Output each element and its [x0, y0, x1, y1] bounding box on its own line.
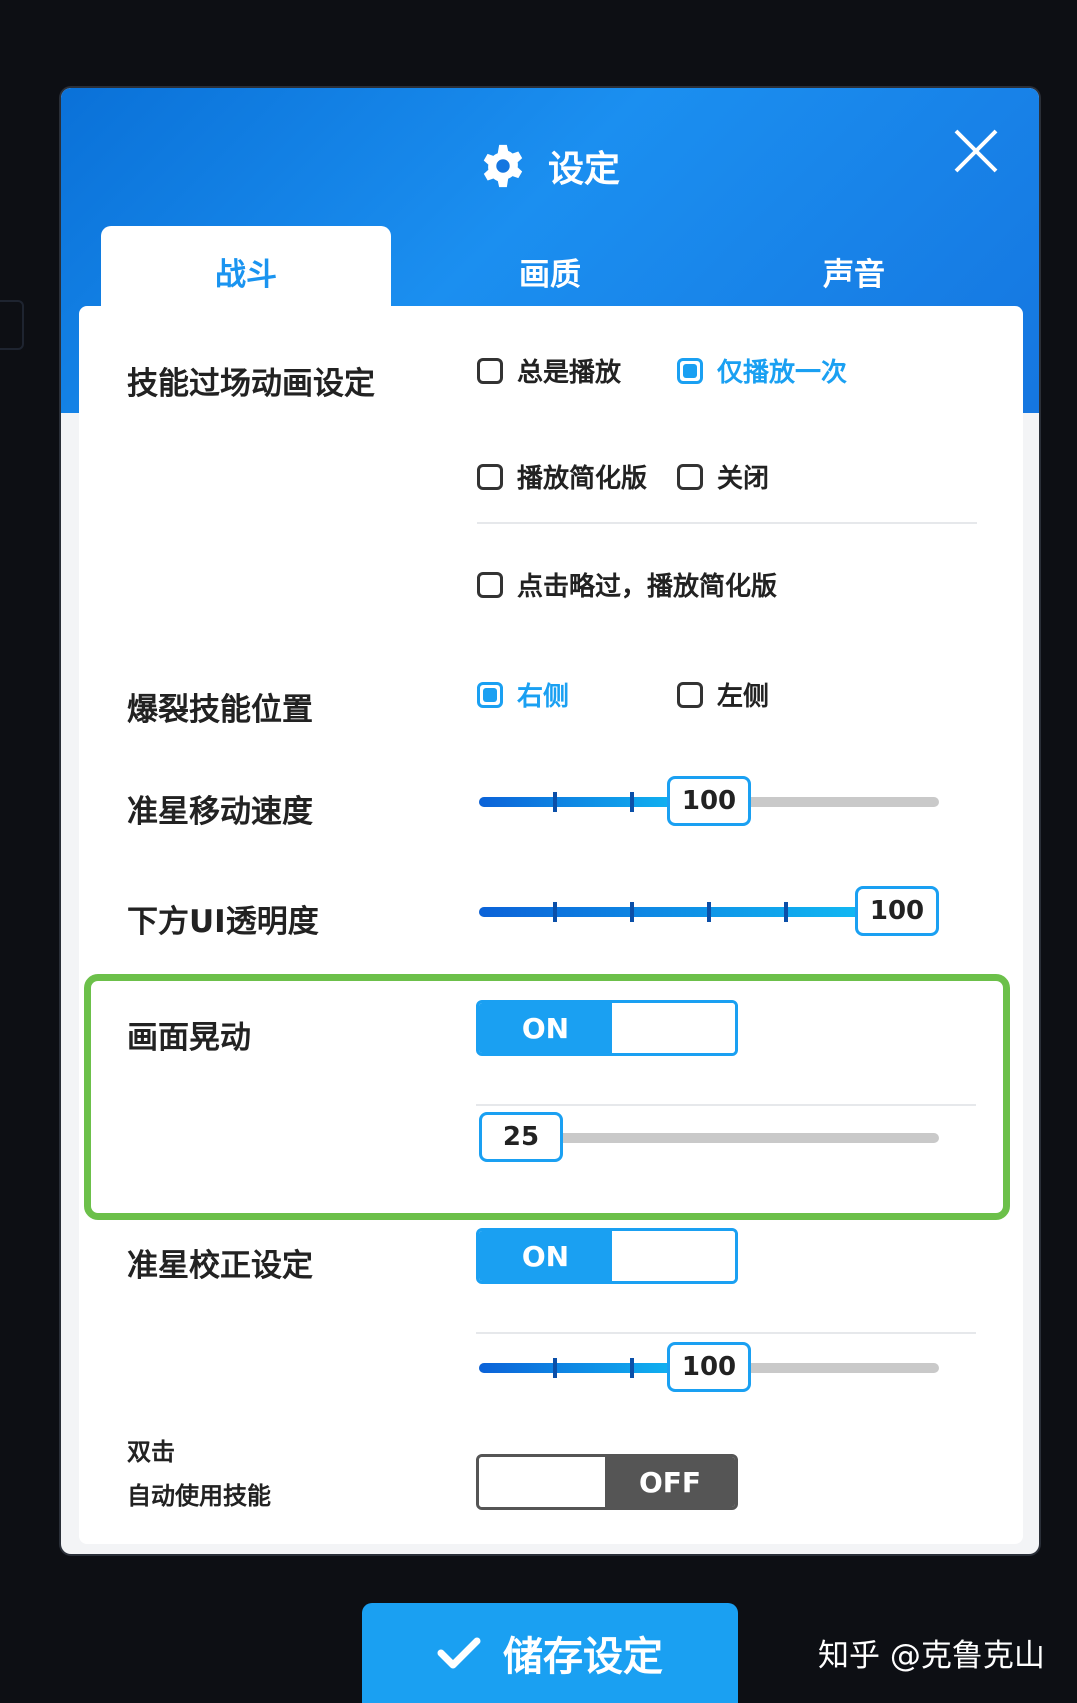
- toggle-on-label: ON: [479, 1231, 612, 1281]
- tab-sound-label: 声音: [823, 256, 885, 293]
- option-off[interactable]: 关闭: [677, 458, 769, 495]
- checkmark-icon: [437, 1637, 481, 1669]
- double-tap-label: 双击 自动使用技能: [127, 1430, 271, 1518]
- bottom-ui-opacity-label: 下方UI透明度: [127, 904, 319, 940]
- bottom-ui-opacity-slider[interactable]: 100: [479, 886, 939, 936]
- crosshair-speed-label: 准星移动速度: [127, 794, 313, 830]
- checkbox-left[interactable]: [677, 681, 703, 708]
- option-right[interactable]: 右侧: [477, 676, 569, 713]
- option-tap-skip[interactable]: 点击略过，播放简化版: [477, 566, 777, 603]
- screen-shake-toggle[interactable]: ON: [476, 1000, 738, 1056]
- option-always-play[interactable]: 总是播放: [477, 352, 621, 389]
- option-left[interactable]: 左侧: [677, 676, 769, 713]
- double-tap-label-line1: 双击: [127, 1438, 175, 1466]
- slider-tick: [630, 902, 634, 922]
- tab-graphics[interactable]: 画质: [405, 226, 695, 316]
- toggle-knob: [612, 1003, 735, 1053]
- option-play-once[interactable]: 仅播放一次: [677, 352, 847, 389]
- toggle-on-label: ON: [479, 1003, 612, 1053]
- slider-value: 100: [869, 896, 925, 926]
- option-play-simplified-label: 播放简化版: [517, 464, 648, 494]
- option-play-once-label: 仅播放一次: [717, 358, 848, 388]
- screen-shake-label: 画面晃动: [127, 1020, 251, 1056]
- option-tap-skip-label: 点击略过，播放简化版: [517, 572, 778, 602]
- settings-dialog: 设定 战斗 画质 声音 技能过场动画设定 总是播放 仅播放一次 播放简化版 关闭…: [61, 88, 1039, 1554]
- option-left-label: 左侧: [717, 682, 770, 712]
- aim-correction-toggle[interactable]: ON: [476, 1228, 738, 1284]
- slider-tick: [630, 792, 634, 812]
- battle-settings-panel: 技能过场动画设定 总是播放 仅播放一次 播放简化版 关闭 点击略过，播放简化版 …: [79, 306, 1023, 1544]
- save-settings-label: 储存设定: [503, 1634, 663, 1680]
- gear-icon: [483, 144, 523, 188]
- slider-thumb[interactable]: 100: [667, 776, 751, 826]
- slider-tick: [553, 1358, 557, 1378]
- checkbox-play-once[interactable]: [677, 357, 703, 384]
- option-always-play-label: 总是播放: [517, 358, 622, 388]
- option-off-label: 关闭: [717, 464, 770, 494]
- dialog-title: 设定: [547, 149, 620, 190]
- dialog-title-row: 设定: [61, 136, 1039, 196]
- double-tap-label-line2: 自动使用技能: [127, 1482, 271, 1510]
- option-right-label: 右侧: [517, 682, 570, 712]
- tab-battle-label: 战斗: [215, 256, 277, 293]
- double-tap-toggle[interactable]: OFF: [476, 1454, 738, 1510]
- tab-battle[interactable]: 战斗: [101, 226, 391, 316]
- checkbox-tap-skip[interactable]: [477, 571, 503, 598]
- tab-graphics-label: 画质: [519, 256, 581, 293]
- slider-tick: [630, 1358, 634, 1378]
- slider-value: 100: [681, 1352, 737, 1382]
- slider-tick: [784, 902, 788, 922]
- slider-tick: [707, 902, 711, 922]
- slider-thumb[interactable]: 100: [855, 886, 939, 936]
- divider: [476, 1104, 976, 1106]
- burst-position-label: 爆裂技能位置: [127, 692, 313, 728]
- checkbox-play-simplified[interactable]: [477, 463, 503, 490]
- checkbox-right[interactable]: [477, 681, 503, 708]
- toggle-knob: [612, 1231, 735, 1281]
- slider-value: 25: [502, 1122, 540, 1152]
- background-panel-edge: [0, 300, 24, 350]
- slider-value: 100: [681, 786, 737, 816]
- skill-cutscene-label: 技能过场动画设定: [127, 366, 375, 402]
- screen-shake-slider[interactable]: 25: [479, 1112, 939, 1162]
- option-play-simplified[interactable]: 播放简化版: [477, 458, 647, 495]
- slider-thumb[interactable]: 25: [479, 1112, 563, 1162]
- tab-sound[interactable]: 声音: [709, 226, 999, 316]
- crosshair-speed-slider[interactable]: 100: [479, 776, 939, 826]
- slider-tick: [553, 902, 557, 922]
- slider-thumb[interactable]: 100: [667, 1342, 751, 1392]
- tab-bar: 战斗 画质 声音: [61, 226, 1039, 316]
- toggle-off-label: OFF: [605, 1457, 735, 1507]
- close-icon[interactable]: [951, 126, 1001, 176]
- checkbox-off[interactable]: [677, 463, 703, 490]
- aim-correction-label: 准星校正设定: [127, 1248, 313, 1284]
- slider-fill: [479, 907, 897, 917]
- watermark: 知乎 @克鲁克山: [818, 1638, 1045, 1674]
- checkbox-always-play[interactable]: [477, 357, 503, 384]
- divider: [477, 522, 977, 524]
- slider-tick: [553, 792, 557, 812]
- toggle-knob: [479, 1457, 605, 1507]
- aim-correction-slider[interactable]: 100: [479, 1342, 939, 1392]
- divider: [476, 1332, 976, 1334]
- save-settings-button[interactable]: 储存设定: [362, 1603, 738, 1703]
